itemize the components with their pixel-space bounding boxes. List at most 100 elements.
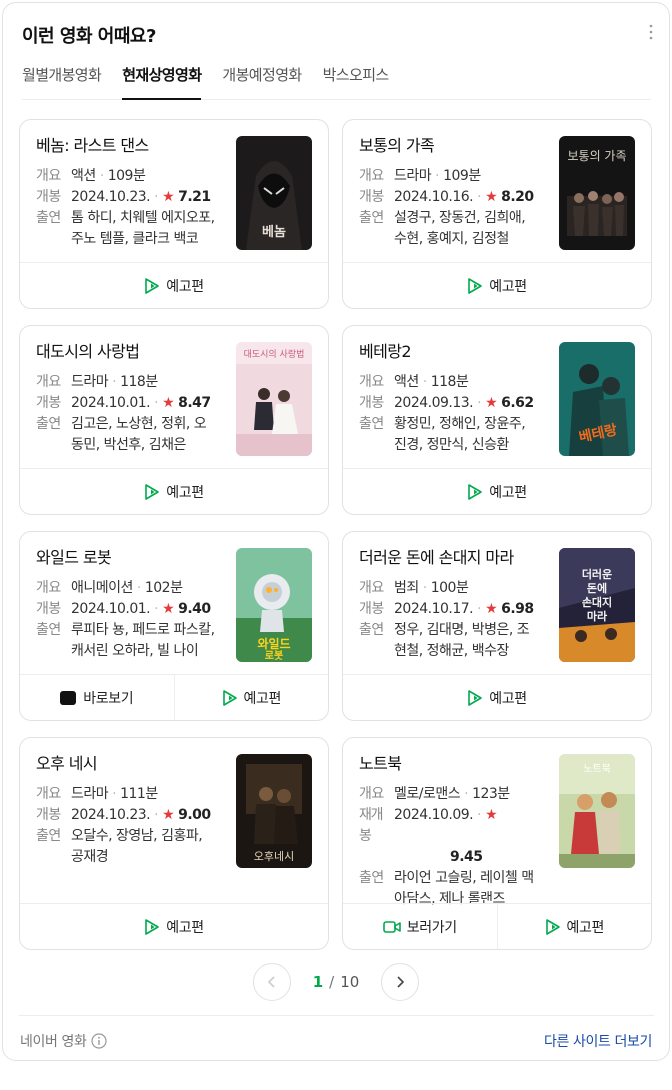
trailer-button[interactable]: 예고편	[496, 904, 652, 949]
svg-text:와일드: 와일드	[257, 636, 290, 651]
trailer-button[interactable]: 예고편	[173, 675, 329, 720]
total-pages: 10	[340, 973, 360, 991]
svg-text:오후네시: 오후네시	[254, 850, 294, 863]
release-date: 2024.10.23.	[71, 189, 151, 205]
tab-now-showing[interactable]: 현재상영영화	[122, 61, 202, 100]
genre: 드라마	[394, 168, 432, 184]
runtime: 109분	[107, 168, 146, 184]
prev-page-button[interactable]	[253, 963, 291, 1001]
summary-label: 개요	[359, 786, 384, 802]
movie-title[interactable]: 베놈: 라스트 댄스	[36, 135, 226, 157]
cast-label: 출연	[36, 416, 61, 432]
trailer-label: 예고편	[489, 690, 527, 707]
trailer-button[interactable]: 예고편	[343, 263, 651, 308]
movie-title[interactable]: 노트북	[359, 753, 549, 775]
release-label: 개봉	[359, 601, 384, 617]
genre: 액션	[394, 374, 419, 390]
chevron-right-icon	[397, 976, 405, 988]
rating: 6.62	[501, 395, 534, 411]
separator-dot: ·	[154, 601, 159, 617]
rating: 8.20	[501, 189, 534, 205]
release-label: 개봉	[36, 601, 61, 617]
source-info: 네이버 영화	[20, 1031, 108, 1051]
more-vertical-icon[interactable]	[647, 23, 655, 41]
movie-card: 더러운 돈에 손대지 마라 개요 범죄 · 100분 개봉 2024.10.17. · ★ 6…	[342, 531, 652, 721]
movie-title[interactable]: 대도시의 사랑법	[36, 341, 226, 363]
movie-poster[interactable]: 베테랑	[559, 342, 635, 456]
movie-poster[interactable]: 베놈	[236, 136, 312, 250]
separator-dot: ·	[477, 395, 482, 411]
separator-dot: ·	[477, 807, 482, 823]
separator-dot: ·	[154, 807, 159, 823]
info-icon[interactable]	[91, 1033, 108, 1049]
footer-divider	[19, 1015, 654, 1016]
genre: 액션	[71, 168, 96, 184]
trailer-label: 예고편	[166, 919, 204, 936]
watch-now-button[interactable]: 바로보기	[20, 675, 174, 720]
svg-text:로봇: 로봇	[265, 650, 283, 662]
cast-label: 출연	[359, 210, 384, 226]
star-icon: ★	[162, 189, 175, 205]
summary-label: 개요	[36, 786, 61, 802]
movie-poster[interactable]: 노트북	[559, 754, 635, 868]
trailer-label: 예고편	[243, 690, 282, 707]
separator-dot: ·	[154, 395, 159, 411]
movie-title[interactable]: 와일드 로봇	[36, 547, 226, 569]
star-icon: ★	[485, 395, 498, 411]
cast-label: 출연	[36, 210, 61, 226]
rerelease-label: 재개봉	[359, 807, 384, 844]
trailer-button[interactable]: 예고편	[20, 904, 328, 949]
tab-monthly-release[interactable]: 월별개봉영화	[22, 61, 102, 100]
genre: 드라마	[71, 374, 109, 390]
movie-card: 노트북 개요 멜로/로맨스 · 123분 재개봉 2024.10.09. · ★ 9.45 출…	[342, 737, 652, 950]
trailer-button[interactable]: 예고편	[20, 263, 328, 308]
separator-dot: ·	[464, 786, 469, 802]
more-sites-link[interactable]: 다른 사이트 더보기	[544, 1031, 652, 1051]
svg-text:보통의 가족: 보통의 가족	[567, 149, 626, 163]
release-date: 2024.10.01.	[71, 395, 151, 411]
video-camera-icon	[382, 920, 401, 933]
rating: 7.21	[178, 189, 211, 205]
rating: 6.98	[501, 601, 534, 617]
watch-button[interactable]: 보러가기	[343, 904, 497, 949]
tab-box-office[interactable]: 박스오피스	[323, 61, 390, 100]
movie-title[interactable]: 보통의 가족	[359, 135, 549, 157]
runtime: 109분	[443, 168, 481, 184]
movie-poster[interactable]: 더러운 돈에 손대지 마라	[559, 548, 635, 662]
page-separator: /	[329, 973, 335, 991]
trailer-label: 예고편	[166, 278, 204, 295]
movie-title[interactable]: 더러운 돈에 손대지 마라	[359, 547, 549, 569]
rating: 8.47	[178, 395, 211, 411]
movie-card: 오후 네시 개요 드라마 · 111분 개봉 2024.10.23. · ★ 9.00 출연 오…	[19, 737, 329, 950]
separator-dot: ·	[99, 168, 104, 184]
release-label: 개봉	[36, 395, 61, 411]
play-icon	[468, 277, 483, 294]
movie-poster[interactable]: 오후네시	[236, 754, 312, 868]
svg-text:더러운: 더러운	[582, 567, 612, 581]
movie-poster[interactable]: 대도시의 사랑법	[236, 342, 312, 456]
cast-label: 출연	[359, 622, 384, 638]
cast-list: 오달수, 장영남, 김홍파, 공재경	[71, 828, 203, 865]
runtime: 123분	[472, 786, 510, 802]
tab-upcoming[interactable]: 개봉예정영화	[222, 61, 302, 100]
separator-dot: ·	[477, 601, 482, 617]
separator-dot: ·	[477, 189, 482, 205]
trailer-button[interactable]: 예고편	[343, 469, 651, 514]
trailer-button[interactable]: 예고편	[20, 469, 328, 514]
movie-poster[interactable]: 보통의 가족	[559, 136, 635, 250]
star-icon: ★	[485, 807, 498, 823]
play-icon	[145, 918, 160, 935]
movie-title[interactable]: 베테랑2	[359, 341, 549, 363]
chevron-left-icon	[267, 976, 275, 988]
svg-text:노트북: 노트북	[583, 763, 611, 775]
rating: 9.40	[178, 601, 211, 617]
trailer-button[interactable]: 예고편	[343, 675, 651, 720]
movie-title[interactable]: 오후 네시	[36, 753, 226, 775]
release-label: 개봉	[36, 189, 61, 205]
runtime: 118분	[120, 374, 158, 390]
rating: 9.00	[178, 807, 211, 823]
svg-text:돈에: 돈에	[587, 581, 607, 595]
movie-poster[interactable]: 와일드 로봇	[236, 548, 312, 662]
next-page-button[interactable]	[381, 963, 419, 1001]
play-icon	[545, 918, 560, 935]
